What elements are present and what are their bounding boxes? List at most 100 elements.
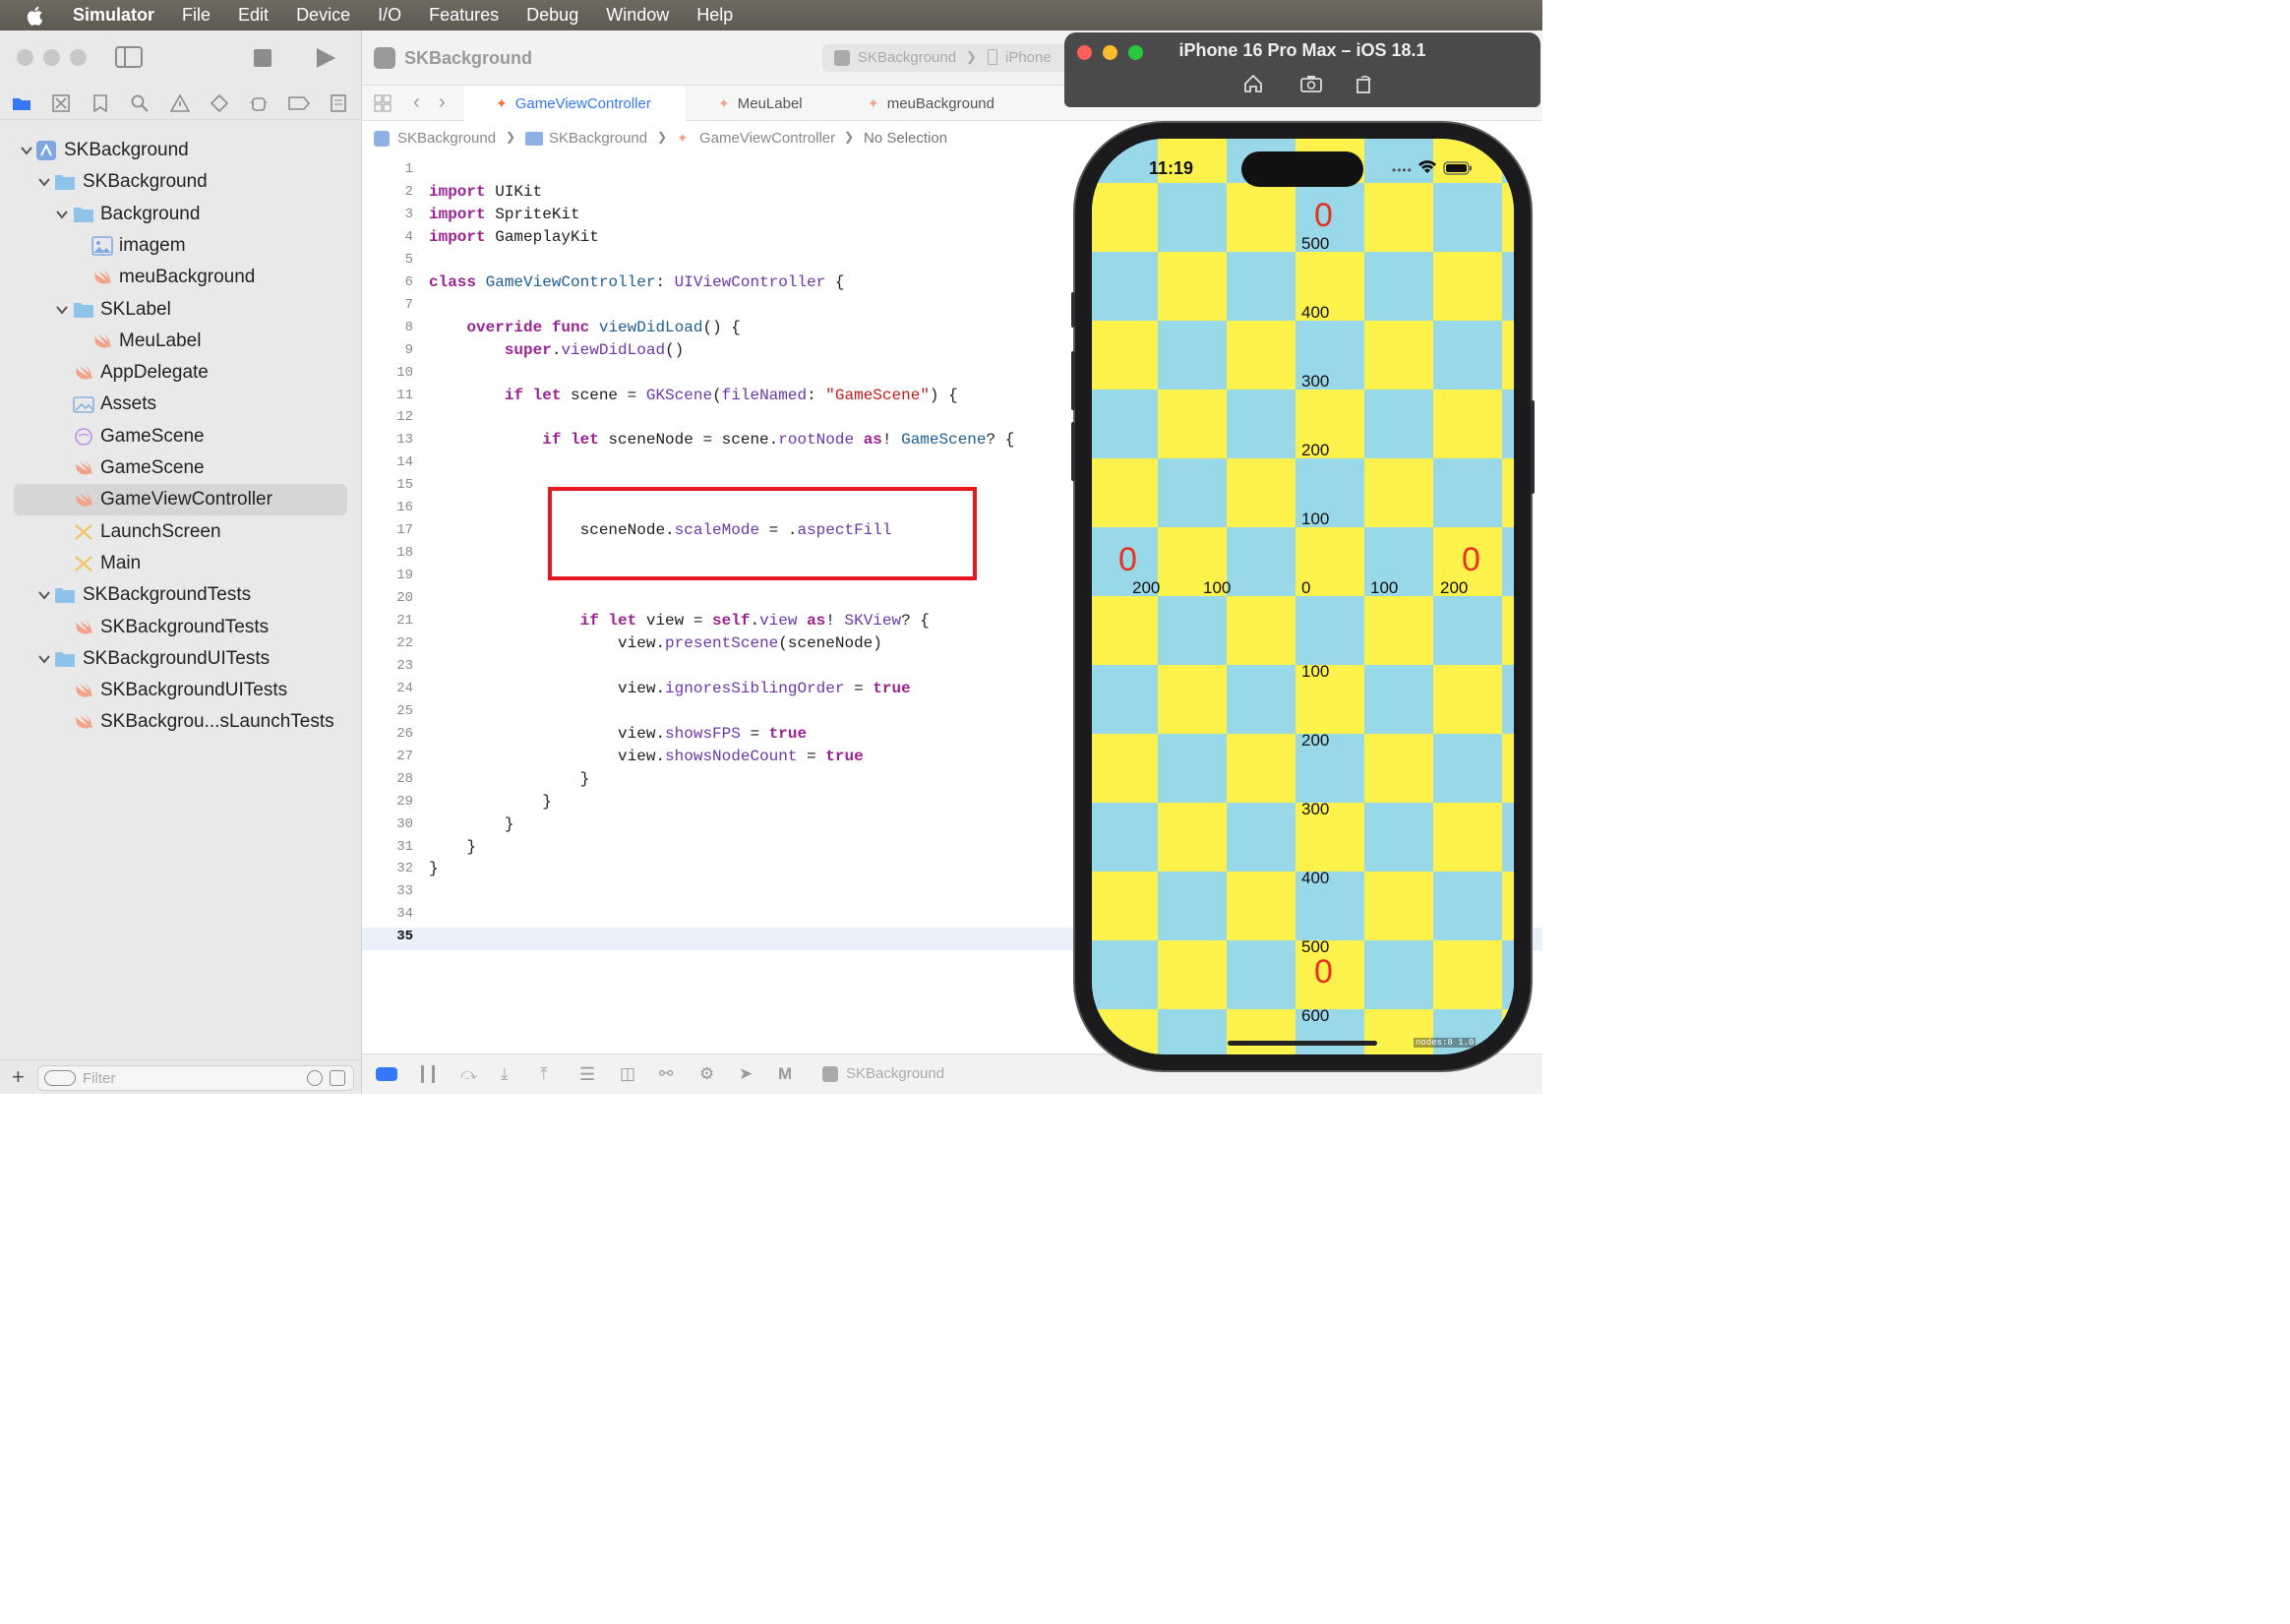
forward-arrow-icon[interactable]: › (439, 91, 446, 114)
volume-down-button[interactable] (1071, 422, 1075, 481)
report-navigator-icon[interactable] (327, 91, 350, 115)
scm-filter-icon[interactable] (330, 1070, 345, 1086)
source-control-icon[interactable] (49, 91, 73, 115)
tree-row[interactable]: meuBackground (0, 262, 361, 293)
tree-row[interactable]: SKBackground (0, 135, 361, 166)
tree-row[interactable]: MeuLabel (0, 326, 361, 357)
step-into-icon[interactable]: ⤓ (501, 1064, 509, 1084)
tree-row[interactable]: Main (0, 548, 361, 579)
tree-row[interactable]: GameViewController (0, 484, 361, 516)
code-line[interactable]: view.showsNodeCount = true (429, 748, 864, 765)
grid-icon[interactable] (374, 94, 392, 117)
code-line[interactable]: } (429, 838, 476, 856)
environment-overrides-icon[interactable]: ⚙ (699, 1064, 714, 1084)
breadcrumb-project[interactable]: SKBackground (397, 130, 496, 147)
code-line[interactable]: } (429, 860, 439, 877)
action-button[interactable] (1071, 292, 1075, 328)
tree-row[interactable]: SKBackgroundUITests (0, 643, 361, 675)
tree-row[interactable]: SKBackgroundTests (0, 579, 361, 611)
share-graph-icon[interactable]: ⚯ (659, 1064, 673, 1084)
tree-row[interactable]: LaunchScreen (0, 516, 361, 548)
tree-row[interactable]: SKBackgroundTests (0, 612, 361, 643)
tree-row[interactable]: Assets (0, 389, 361, 420)
bookmark-icon[interactable] (89, 91, 112, 115)
add-file-icon[interactable]: + (12, 1064, 25, 1090)
tab-gameviewcontroller[interactable]: ✦ GameViewController (464, 86, 686, 121)
tree-row[interactable]: AppDelegate (0, 357, 361, 389)
chevron-down-icon[interactable] (37, 588, 51, 602)
close-window-button[interactable] (17, 49, 33, 66)
chevron-down-icon[interactable] (55, 208, 69, 221)
tree-row[interactable]: SKBackgroundUITests (0, 675, 361, 706)
simulator-screen[interactable]: 11:19 •••• 500 400 300 200 100 100 200 300 400 50… (1092, 139, 1514, 1054)
zoom-window-button[interactable] (70, 49, 87, 66)
step-out-icon[interactable]: ⤒ (540, 1064, 548, 1084)
issue-warning-icon[interactable] (168, 91, 192, 115)
apple-logo-icon[interactable] (26, 5, 51, 27)
chevron-down-icon[interactable] (20, 144, 33, 157)
tree-row[interactable]: imagem (0, 230, 361, 262)
home-icon[interactable] (1243, 74, 1263, 98)
menu-io[interactable]: I/O (378, 5, 401, 26)
volume-up-button[interactable] (1071, 351, 1075, 410)
code-line[interactable]: import GameplayKit (429, 228, 599, 246)
pause-icon[interactable] (421, 1065, 435, 1083)
code-line[interactable]: view.showsFPS = true (429, 725, 807, 743)
code-line[interactable]: if let sceneNode = scene.rootNode as! Ga… (429, 431, 1014, 449)
code-line[interactable]: } (429, 793, 552, 811)
code-line[interactable]: import SpriteKit (429, 206, 580, 223)
tree-row[interactable]: GameScene (0, 421, 361, 452)
code-line[interactable]: if let view = self.view as! SKView? { (429, 612, 930, 630)
code-line[interactable]: import UIKit (429, 183, 542, 201)
menu-features[interactable]: Features (429, 5, 499, 26)
find-icon[interactable] (128, 91, 151, 115)
code-line[interactable]: } (429, 770, 590, 788)
tree-row[interactable]: SKBackground (0, 166, 361, 198)
power-button[interactable] (1531, 400, 1535, 494)
metal-icon[interactable]: M (778, 1064, 792, 1084)
menu-app-name[interactable]: Simulator (73, 5, 154, 26)
code-line[interactable]: if let scene = GKScene(fileNamed: "GameS… (429, 387, 958, 404)
menu-file[interactable]: File (182, 5, 211, 26)
project-navigator-icon[interactable] (10, 91, 33, 115)
test-navigator-icon[interactable] (208, 91, 231, 115)
debug-navigator-icon[interactable] (247, 91, 271, 115)
breakpoint-navigator-icon[interactable] (287, 91, 311, 115)
stop-icon[interactable] (254, 49, 271, 72)
minimize-window-button[interactable] (43, 49, 60, 66)
tree-row[interactable]: SKLabel (0, 294, 361, 326)
location-icon[interactable]: ➤ (739, 1064, 753, 1084)
back-arrow-icon[interactable]: ‹ (413, 91, 420, 114)
screenshot-camera-icon[interactable] (1300, 75, 1322, 97)
menu-debug[interactable]: Debug (526, 5, 578, 26)
filter-field[interactable]: Filter (37, 1065, 354, 1091)
code-line[interactable]: override func viewDidLoad() { (429, 319, 740, 336)
breakpoints-toggle-icon[interactable] (376, 1067, 397, 1081)
memory-graph-icon[interactable]: ◫ (620, 1064, 635, 1084)
tab-meubackground[interactable]: ✦ meuBackground (836, 86, 1028, 121)
menu-device[interactable]: Device (296, 5, 350, 26)
home-indicator[interactable] (1228, 1041, 1377, 1046)
tree-row[interactable]: SKBackgrou...sLaunchTests (0, 706, 361, 738)
menu-help[interactable]: Help (696, 5, 733, 26)
tab-meulabel[interactable]: ✦ MeuLabel (687, 86, 834, 121)
tree-row[interactable]: Background (0, 199, 361, 230)
recent-files-icon[interactable] (307, 1070, 323, 1086)
code-line[interactable]: view.presentScene(sceneNode) (429, 634, 882, 652)
breadcrumb-selection[interactable]: No Selection (864, 130, 947, 147)
breadcrumb-file[interactable]: GameViewController (699, 130, 835, 147)
run-icon[interactable] (315, 47, 336, 74)
view-hierarchy-icon[interactable]: ☰ (579, 1064, 595, 1085)
code-line[interactable]: class GameViewController: UIViewControll… (429, 273, 844, 291)
code-line[interactable]: } (429, 815, 514, 833)
rotate-icon[interactable] (1356, 74, 1373, 98)
code-line[interactable]: view.ignoresSiblingOrder = true (429, 680, 911, 697)
menu-edit[interactable]: Edit (238, 5, 269, 26)
tree-row[interactable]: GameScene (0, 452, 361, 484)
chevron-down-icon[interactable] (37, 175, 51, 189)
step-over-icon[interactable]: ⤼ (460, 1066, 477, 1084)
filter-options-icon[interactable] (44, 1070, 76, 1086)
chevron-down-icon[interactable] (37, 652, 51, 666)
menu-window[interactable]: Window (606, 5, 669, 26)
code-line[interactable]: super.viewDidLoad() (429, 341, 684, 359)
